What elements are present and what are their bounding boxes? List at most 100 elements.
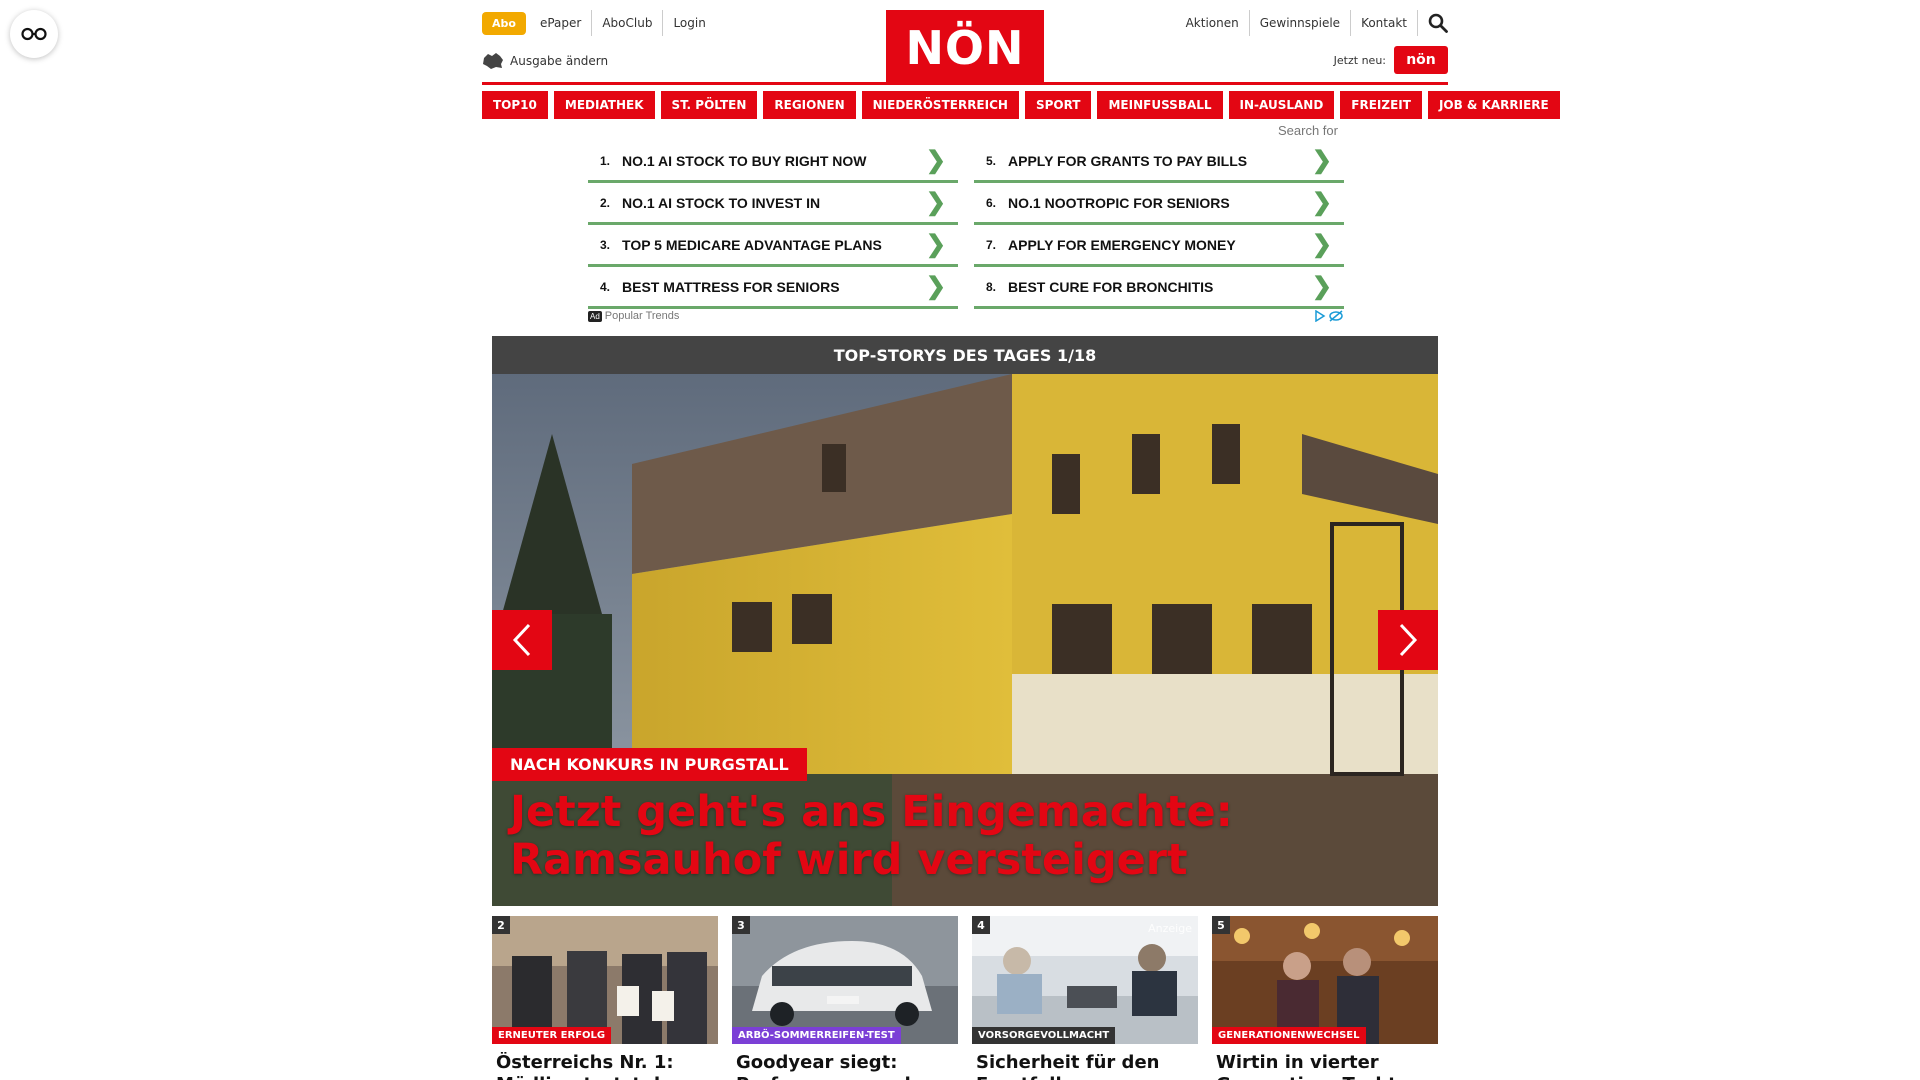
map-icon bbox=[483, 53, 503, 69]
ad-link-4[interactable]: 4. BEST MATTRESS FOR SENIORS ❯ bbox=[588, 267, 958, 309]
card-photo bbox=[972, 916, 1198, 1044]
hero-title[interactable]: Jetzt geht's ans Eingemachte: Ramsauhof … bbox=[510, 788, 1430, 884]
chevron-right-icon: ❯ bbox=[1311, 231, 1332, 258]
ausgabe-aendern-link[interactable]: Ausgabe ändern bbox=[482, 52, 608, 70]
nav-item-job-karriere[interactable]: JOB & KARRIERE bbox=[1427, 91, 1560, 119]
hero-kicker: NACH KONKURS IN PURGSTALL bbox=[492, 748, 807, 781]
nav-item-mediathek[interactable]: MEDIATHEK bbox=[553, 91, 655, 119]
chevron-right-icon: ❯ bbox=[1311, 147, 1332, 174]
card-kicker: GENERATIONENWECHSEL bbox=[1212, 1027, 1366, 1044]
card-number: 5 bbox=[1212, 916, 1230, 934]
ad-link-8[interactable]: 8. BEST CURE FOR BRONCHITIS ❯ bbox=[974, 267, 1344, 309]
chevron-right-icon: ❯ bbox=[925, 231, 946, 258]
nav-item-in-ausland[interactable]: IN-AUSLAND bbox=[1228, 91, 1335, 119]
ad-link-1[interactable]: 1. NO.1 AI STOCK TO BUY RIGHT NOW ❯ bbox=[588, 141, 958, 183]
toplink-epaper[interactable]: ePaper bbox=[530, 10, 591, 36]
story-card[interactable]: 3 ARBÖ-SOMMERREIFEN-TEST Goodyear siegt:… bbox=[732, 916, 958, 1080]
glasses-icon bbox=[21, 27, 47, 41]
nav-item-regionen[interactable]: REGIONEN bbox=[763, 91, 856, 119]
anzeige-label: Anzeige bbox=[1148, 922, 1192, 935]
card-kicker: ARBÖ-SOMMERREIFEN-TEST bbox=[732, 1027, 901, 1044]
ad-link-text: TOP 5 MEDICARE ADVANTAGE PLANS bbox=[622, 236, 882, 253]
carousel-next-button[interactable] bbox=[1378, 610, 1438, 670]
nav-item-st-poelten[interactable]: ST. PÖLTEN bbox=[660, 91, 758, 119]
card-title[interactable]: Österreichs Nr. 1: Mödling trotzt der bbox=[492, 1052, 718, 1080]
reader-mode-button[interactable] bbox=[10, 10, 58, 58]
ad-footer: Ad Popular Trends bbox=[588, 310, 1344, 322]
toplink-kontakt[interactable]: Kontakt bbox=[1351, 10, 1418, 36]
ad-link-number: 1. bbox=[600, 153, 611, 168]
ad-link-number: 3. bbox=[600, 237, 611, 252]
ad-link-number: 8. bbox=[986, 279, 997, 294]
card-title[interactable]: Goodyear siegt: Performance und bbox=[732, 1052, 958, 1080]
jetzt-neu-badge[interactable]: nön bbox=[1394, 46, 1448, 74]
chevron-left-icon bbox=[512, 623, 531, 657]
abo-button[interactable]: Abo bbox=[482, 11, 526, 35]
toplink-aktionen[interactable]: Aktionen bbox=[1176, 10, 1250, 36]
story-card-row: 2 ERNEUTER ERFOLG Österreichs Nr. 1: Möd… bbox=[492, 916, 1438, 1080]
chevron-right-icon: ❯ bbox=[925, 189, 946, 216]
story-card[interactable]: 5 GENERATIONENWECHSEL Wirtin in vierter … bbox=[1212, 916, 1438, 1080]
toplink-aboclub[interactable]: AboClub bbox=[591, 10, 662, 36]
nav-item-meinfussball[interactable]: MEINFUSSBALL bbox=[1097, 91, 1223, 119]
card-photo bbox=[492, 916, 718, 1044]
ad-link-text: NO.1 AI STOCK TO INVEST IN bbox=[622, 194, 821, 211]
chevron-right-icon: ❯ bbox=[1311, 273, 1332, 300]
page-wrapper: Abo ePaper AboClub Login Ausgabe ändern … bbox=[482, 0, 1560, 1080]
ad-link-number: 2. bbox=[600, 195, 611, 210]
card-number: 2 bbox=[492, 916, 510, 934]
card-number: 3 bbox=[732, 916, 750, 934]
ad-link-5[interactable]: 5. APPLY FOR GRANTS TO PAY BILLS ❯ bbox=[974, 141, 1344, 183]
card-image: 4 Anzeige VORSORGEVOLLMACHT bbox=[972, 916, 1198, 1044]
ad-link-number: 5. bbox=[986, 153, 997, 168]
chevron-right-icon: ❯ bbox=[925, 273, 946, 300]
ad-link-2[interactable]: 2. NO.1 AI STOCK TO INVEST IN ❯ bbox=[588, 183, 958, 225]
nav-item-freizeit[interactable]: FREIZEIT bbox=[1340, 91, 1422, 119]
search-icon[interactable] bbox=[1428, 13, 1448, 33]
card-image: 3 ARBÖ-SOMMERREIFEN-TEST bbox=[732, 916, 958, 1044]
site-header: Abo ePaper AboClub Login Ausgabe ändern … bbox=[482, 0, 1448, 85]
ad-link-text: BEST MATTRESS FOR SENIORS bbox=[622, 278, 840, 295]
top-nav-right: Aktionen Gewinnspiele Kontakt bbox=[1176, 10, 1448, 36]
chevron-right-icon bbox=[1399, 623, 1418, 657]
story-card[interactable]: 4 Anzeige VORSORGEVOLLMACHT Sicherheit f… bbox=[972, 916, 1198, 1080]
header-divider bbox=[482, 82, 1448, 85]
chevron-right-icon: ❯ bbox=[925, 147, 946, 174]
toplink-gewinnspiele[interactable]: Gewinnspiele bbox=[1250, 10, 1352, 36]
ad-link-6[interactable]: 6. NO.1 NOOTROPIC FOR SENIORS ❯ bbox=[974, 183, 1344, 225]
hero-story[interactable]: NACH KONKURS IN PURGSTALL Jetzt geht's a… bbox=[492, 374, 1438, 906]
ad-link-text: BEST CURE FOR BRONCHITIS bbox=[1008, 278, 1214, 295]
top-nav-left: Abo ePaper AboClub Login bbox=[482, 10, 716, 36]
nav-item-sport[interactable]: SPORT bbox=[1024, 91, 1092, 119]
toplink-login[interactable]: Login bbox=[662, 10, 715, 36]
adchoices-icon[interactable] bbox=[1314, 310, 1344, 322]
ad-link-number: 7. bbox=[986, 237, 997, 252]
jetzt-neu: Jetzt neu: nön bbox=[1334, 46, 1448, 74]
card-number: 4 bbox=[972, 916, 990, 934]
ad-search-for-label: Search for bbox=[1278, 123, 1338, 138]
card-kicker: VORSORGEVOLLMACHT bbox=[972, 1027, 1116, 1044]
top-stories-header: TOP-STORYS DES TAGES 1/18 bbox=[492, 336, 1438, 374]
site-logo[interactable]: NÖN bbox=[886, 10, 1044, 85]
carousel-prev-button[interactable] bbox=[492, 610, 552, 670]
card-title[interactable]: Wirtin in vierter Generation: Tochter bbox=[1212, 1052, 1438, 1080]
ad-link-text: APPLY FOR GRANTS TO PAY BILLS bbox=[1008, 152, 1248, 169]
ad-badge: Ad bbox=[588, 310, 602, 322]
main-nav: TOP10 MEDIATHEK ST. PÖLTEN REGIONEN NIED… bbox=[482, 91, 1560, 119]
ausgabe-label: Ausgabe ändern bbox=[510, 54, 609, 68]
ad-link-text: NO.1 NOOTROPIC FOR SENIORS bbox=[1008, 194, 1230, 211]
ad-link-number: 6. bbox=[986, 195, 997, 210]
nav-item-niederoesterreich[interactable]: NIEDERÖSTERREICH bbox=[861, 91, 1019, 119]
card-title[interactable]: Sicherheit für den Ernstfall bbox=[972, 1052, 1198, 1080]
ad-link-text: APPLY FOR EMERGENCY MONEY bbox=[1008, 236, 1236, 253]
card-photo bbox=[1212, 916, 1438, 1044]
card-image: 2 ERNEUTER ERFOLG bbox=[492, 916, 718, 1044]
ad-link-grid: 1. NO.1 AI STOCK TO BUY RIGHT NOW ❯ 5. A… bbox=[588, 141, 1344, 309]
story-card[interactable]: 2 ERNEUTER ERFOLG Österreichs Nr. 1: Möd… bbox=[492, 916, 718, 1080]
card-kicker: ERNEUTER ERFOLG bbox=[492, 1027, 612, 1044]
chevron-right-icon: ❯ bbox=[1311, 189, 1332, 216]
ad-link-7[interactable]: 7. APPLY FOR EMERGENCY MONEY ❯ bbox=[974, 225, 1344, 267]
nav-item-top10[interactable]: TOP10 bbox=[482, 91, 548, 119]
ad-link-3[interactable]: 3. TOP 5 MEDICARE ADVANTAGE PLANS ❯ bbox=[588, 225, 958, 267]
ad-link-number: 4. bbox=[600, 279, 611, 294]
